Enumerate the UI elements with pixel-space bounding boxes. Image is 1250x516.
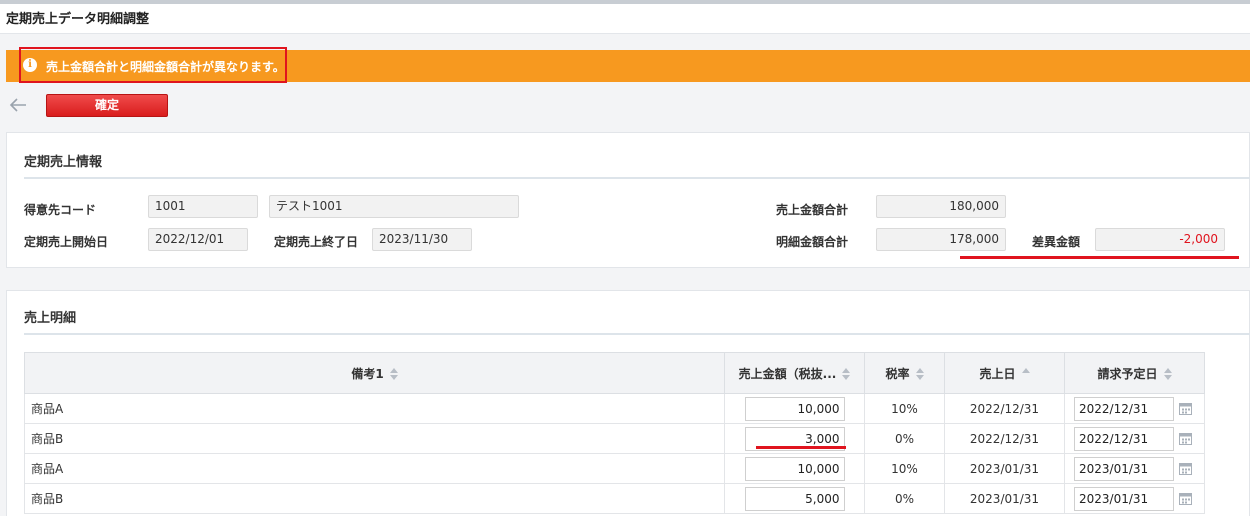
alert-message: 売上金額合計と明細金額合計が異なります。 [46,60,285,74]
page-title: 定期売上データ明細調整 [6,12,150,27]
back-arrow-icon[interactable] [8,96,28,114]
sort-asc-icon [1021,368,1030,380]
start-date-label: 定期売上開始日 [24,235,109,249]
sort-icon [842,368,851,380]
difference-highlight-underline [960,256,1239,259]
page-header: 定期売上データ明細調整 [0,4,1250,34]
column-header-billing-date[interactable]: 請求予定日 [1064,352,1205,394]
billing-date-input[interactable] [1074,396,1174,421]
calendar-icon[interactable] [1179,462,1192,475]
customer-code-label: 得意先コード [24,203,97,217]
billing-date-input[interactable] [1074,456,1174,481]
sales-total-label: 売上金額合計 [776,203,849,217]
column-header-note[interactable]: 備考1 [24,352,725,394]
amount-highlight-underline [756,446,846,449]
calendar-icon[interactable] [1179,492,1192,505]
section-divider [24,177,1250,179]
end-date-field: 2023/11/30 [372,228,472,251]
table-row: 商品A 10% 2022/12/31 [24,393,1205,424]
sales-detail-table: 備考1 売上金額（税抜... 税率 売上日 請求予定日 商品A 10% 2022… [24,352,1205,514]
tax-rate-cell: 10% [864,453,945,484]
column-header-amount[interactable]: 売上金額（税抜... [724,352,865,394]
calendar-icon[interactable] [1179,432,1192,445]
tax-rate-cell: 0% [864,483,945,514]
details-section-title: 売上明細 [24,311,77,326]
sales-date-cell: 2022/12/31 [944,423,1065,454]
note-cell: 商品B [24,423,725,454]
section-divider [24,333,1250,335]
sort-icon [1163,368,1172,380]
table-row: 商品B 0% 2022/12/31 [24,423,1205,454]
customer-code-field: 1001 [148,195,258,218]
sales-date-cell: 2023/01/31 [944,483,1065,514]
billing-date-input[interactable] [1074,486,1174,511]
column-header-tax[interactable]: 税率 [864,352,945,394]
note-cell: 商品A [24,393,725,424]
sales-total-field: 180,000 [876,195,1006,218]
sales-date-cell: 2022/12/31 [944,393,1065,424]
amount-input[interactable] [744,396,845,421]
amount-input[interactable] [744,456,845,481]
warning-alert: i 売上金額合計と明細金額合計が異なります。 [6,47,1250,83]
info-icon: i [23,58,37,72]
tax-rate-cell: 0% [864,423,945,454]
detail-total-field: 178,000 [876,228,1006,251]
sort-icon [915,368,924,380]
customer-name-field: テスト1001 [269,195,519,218]
amount-input[interactable] [744,486,845,511]
info-section-title: 定期売上情報 [24,155,103,170]
sales-date-cell: 2023/01/31 [944,453,1065,484]
tax-rate-cell: 10% [864,393,945,424]
details-panel: 売上明細 備考1 売上金額（税抜... 税率 売上日 請求予定日 商品A 10%… [6,290,1250,516]
difference-field: -2,000 [1095,228,1225,251]
end-date-label: 定期売上終了日 [274,235,359,249]
table-header-row: 備考1 売上金額（税抜... 税率 売上日 請求予定日 [24,352,1205,394]
difference-label: 差異金額 [1032,235,1081,249]
confirm-button[interactable]: 確定 [46,94,168,117]
note-cell: 商品B [24,483,725,514]
info-panel: 定期売上情報 得意先コード 1001 テスト1001 定期売上開始日 2022/… [6,132,1250,268]
table-row: 商品A 10% 2023/01/31 [24,453,1205,484]
billing-date-input[interactable] [1074,426,1174,451]
calendar-icon[interactable] [1179,402,1192,415]
table-row: 商品B 0% 2023/01/31 [24,483,1205,514]
start-date-field: 2022/12/01 [148,228,248,251]
note-cell: 商品A [24,453,725,484]
column-header-sales-date[interactable]: 売上日 [944,352,1065,394]
sort-icon [389,368,398,380]
detail-total-label: 明細金額合計 [776,235,849,249]
